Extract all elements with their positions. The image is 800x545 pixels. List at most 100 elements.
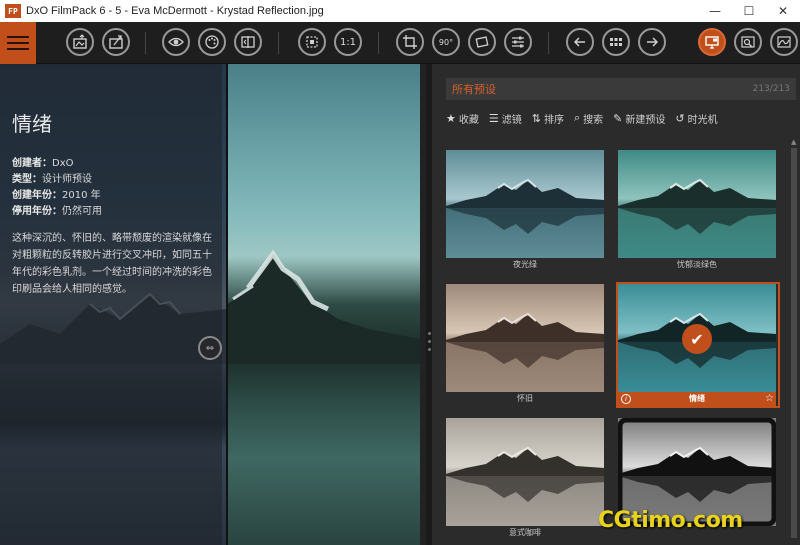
tool-new-preset[interactable]: ✎ 新建预设: [613, 111, 665, 126]
preset-preview-image: [446, 418, 604, 526]
tool-star[interactable]: ★ 收藏: [446, 111, 479, 126]
preset-thumbnail-label: 怀旧: [517, 394, 533, 403]
previous-image-button[interactable]: [566, 28, 594, 56]
time-machine-icon: ↺: [675, 111, 685, 125]
split-handle-icon[interactable]: ⇔: [198, 336, 222, 360]
zoom-100-button[interactable]: 1:1: [334, 28, 362, 56]
rotate-90-label: 90°: [438, 37, 454, 47]
preset-thumbnail[interactable]: ✔ 情绪 i ☆: [616, 282, 780, 408]
maximize-button[interactable]: ☐: [732, 0, 766, 22]
crop-button[interactable]: [396, 28, 424, 56]
info-icon[interactable]: i: [621, 394, 631, 404]
tool-sort[interactable]: ⇅ 排序: [532, 111, 564, 126]
grid-icon: [610, 38, 622, 46]
close-button[interactable]: ✕: [766, 0, 800, 22]
app-logo: FP: [5, 4, 21, 18]
tool-label: 新建预设: [625, 114, 666, 126]
eye-icon: [168, 37, 184, 47]
preset-thumbnail-label: 情绪: [618, 392, 776, 406]
preset-preview-image: [618, 150, 776, 258]
preset-thumbnail-label: 忧郁淡绿色: [677, 260, 717, 269]
tool-label: 滤镜: [501, 114, 522, 126]
import-image-button[interactable]: [66, 28, 94, 56]
type-value: 设计师预设: [42, 174, 92, 185]
main-toolbar: 1:1 90°: [0, 22, 800, 64]
preset-thumbnail-label: 意式咖啡: [509, 528, 541, 537]
presets-monitor-icon: [705, 36, 719, 49]
compare-button[interactable]: [234, 28, 262, 56]
preset-meta: 创建者：DxO 类型：设计师预设 创建年份：2010 年 停用年份：仍然可用: [12, 156, 102, 220]
presets-header[interactable]: 所有预设 213/213: [446, 78, 796, 100]
histogram-button[interactable]: [770, 28, 798, 56]
sort-icon: ⇅: [531, 111, 541, 125]
preset-thumbnail[interactable]: 怀旧: [446, 284, 606, 406]
tool-filter[interactable]: ☰ 滤镜: [489, 111, 522, 126]
processed-mountain-shape: [228, 249, 420, 364]
adjustments-button[interactable]: [504, 28, 532, 56]
fit-screen-icon: [306, 36, 318, 48]
presets-header-label: 所有预设: [452, 83, 496, 96]
preset-thumbnail[interactable]: 忧郁淡绿色: [618, 150, 778, 272]
preset-thumbnail[interactable]: 意式咖啡: [446, 418, 606, 540]
fit-to-screen-button[interactable]: [298, 28, 326, 56]
preview-toggle-button[interactable]: [162, 28, 190, 56]
grid-view-button[interactable]: [602, 28, 630, 56]
creator-value: DxO: [52, 158, 74, 169]
presets-count: 213/213: [752, 84, 790, 94]
splitter-grip-icon[interactable]: [427, 332, 431, 362]
compare-split-icon: [241, 36, 255, 48]
tool-search[interactable]: ⌕ 搜索: [574, 111, 603, 126]
tool-label: 搜索: [583, 114, 604, 126]
tool-time-machine[interactable]: ↺ 时光机: [675, 111, 717, 126]
star-icon: ★: [446, 111, 456, 125]
filter-icon: ☰: [488, 111, 499, 125]
preset-description: 这种深沉的、怀旧的、略带颓废的渲染就像在对粗颗粒的反转胶片进行交叉冲印，如同五十…: [12, 233, 212, 295]
loupe-button[interactable]: [734, 28, 762, 56]
magnifier-image-icon: [741, 36, 755, 48]
scroll-up-icon[interactable]: ▲: [791, 138, 796, 146]
export-image-button[interactable]: [102, 28, 130, 56]
presets-panel: 所有预设 213/213 ★ 收藏 ☰ 滤镜 ⇅ 排序 ⌕ 搜索 ✎ 新建预设 ↺ 时光机 夜光绿 忧郁…: [432, 64, 800, 545]
straighten-button[interactable]: [468, 28, 496, 56]
watermark: CGtimo.com: [598, 508, 743, 533]
import-image-icon: [73, 34, 87, 49]
preset-preview-image: [446, 284, 604, 392]
scrollbar-thumb[interactable]: [791, 148, 797, 538]
title-bar: FP DxO FilmPack 6 - 5 - Eva McDermott - …: [0, 0, 800, 22]
palette-icon: [205, 35, 219, 49]
crop-icon: [403, 35, 417, 49]
tool-label: 时光机: [687, 114, 718, 126]
preset-name-title: 情绪: [12, 112, 52, 136]
presets-toolbar: ★ 收藏 ☰ 滤镜 ⇅ 排序 ⌕ 搜索 ✎ 新建预设 ↺ 时光机: [446, 108, 796, 128]
straighten-icon: [475, 36, 489, 48]
hamburger-menu-button[interactable]: [0, 22, 36, 64]
tool-label: 收藏: [458, 114, 479, 126]
discontinued-year-value: 仍然可用: [62, 206, 102, 217]
arrow-right-icon: [647, 37, 659, 47]
sliders-icon: [512, 36, 524, 48]
compare-divider[interactable]: [226, 64, 228, 545]
next-image-button[interactable]: [638, 28, 666, 56]
selected-check-icon: ✔: [682, 324, 712, 354]
app-window: FP DxO FilmPack 6 - 5 - Eva McDermott - …: [0, 0, 800, 545]
minimize-button[interactable]: —: [698, 0, 732, 22]
preset-thumbnail[interactable]: 夜光绿: [446, 150, 606, 272]
new-preset-icon: ✎: [613, 111, 623, 125]
favorite-star-icon[interactable]: ☆: [765, 392, 774, 406]
presets-scrollbar[interactable]: ▲: [790, 138, 798, 545]
preset-thumbnail-label: 夜光绿: [513, 260, 537, 269]
type-label: 类型：: [12, 174, 42, 185]
creator-label: 创建者：: [12, 158, 52, 169]
zoom-100-label: 1:1: [339, 36, 357, 48]
preset-preview-image: [446, 150, 604, 258]
presets-panel-button[interactable]: [698, 28, 726, 56]
curve-icon: [777, 36, 791, 48]
color-palette-button[interactable]: [198, 28, 226, 56]
image-preview[interactable]: 情绪 创建者：DxO 类型：设计师预设 创建年份：2010 年 停用年份：仍然可…: [0, 64, 432, 545]
export-image-icon: [109, 35, 123, 49]
discontinued-year-label: 停用年份：: [12, 206, 62, 217]
window-title: DxO FilmPack 6 - 5 - Eva McDermott - Kry…: [26, 5, 324, 17]
rotate-90-button[interactable]: 90°: [432, 28, 460, 56]
search-icon: ⌕: [573, 111, 581, 124]
arrow-left-icon: [573, 37, 585, 47]
